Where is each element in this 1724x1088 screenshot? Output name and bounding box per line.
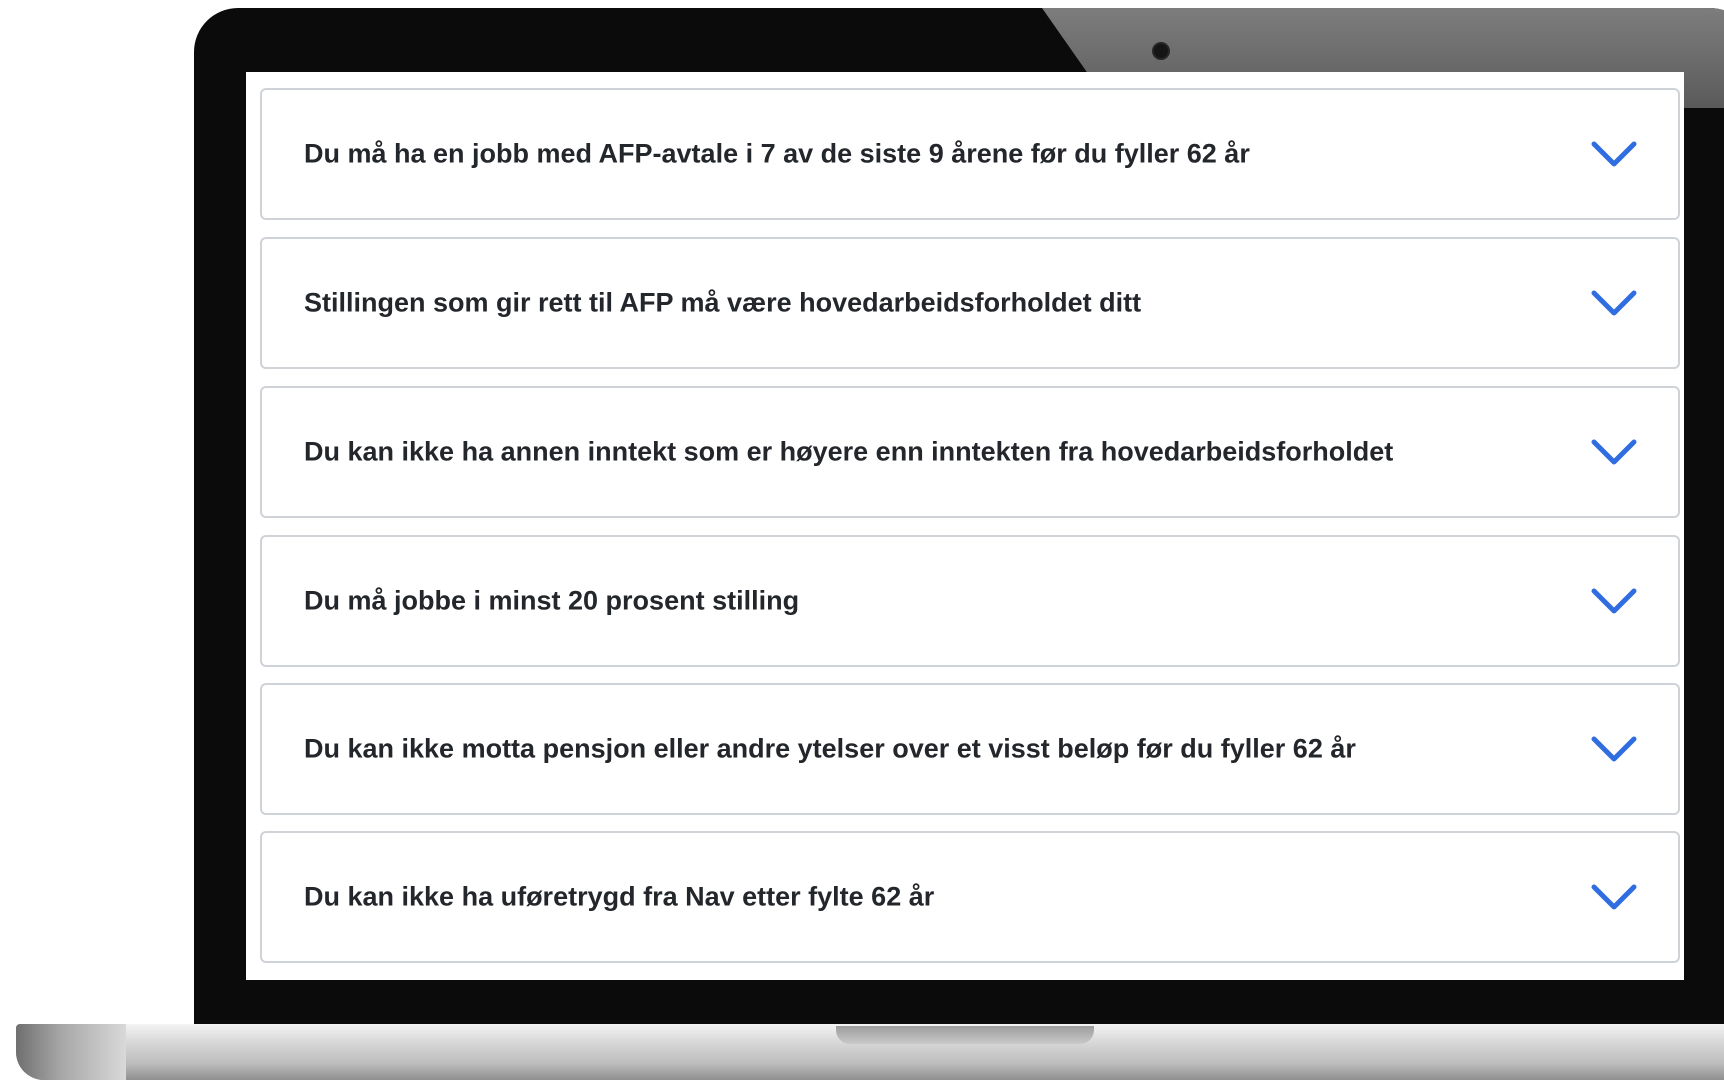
accordion-item-title: Du må ha en jobb med AFP-avtale i 7 av d… — [304, 138, 1250, 169]
camera — [1152, 42, 1170, 60]
accordion-item-title: Du kan ikke motta pensjon eller andre yt… — [304, 733, 1356, 764]
chevron-down-icon[interactable] — [1590, 882, 1638, 912]
chevron-down-icon[interactable] — [1590, 139, 1638, 169]
accordion-item-title: Du må jobbe i minst 20 prosent stilling — [304, 585, 800, 616]
accordion-item[interactable]: Du kan ikke motta pensjon eller andre yt… — [260, 683, 1680, 815]
accordion-item[interactable]: Du må jobbe i minst 20 prosent stilling — [260, 535, 1680, 667]
accordion-item-title: Stillingen som gir rett til AFP må være … — [304, 287, 1142, 318]
chevron-down-icon[interactable] — [1590, 437, 1638, 467]
laptop-notch — [836, 1026, 1094, 1044]
laptop-base-edge — [16, 1024, 126, 1080]
accordion-item-title: Du kan ikke ha annen inntekt som er høye… — [304, 436, 1394, 467]
accordion-item-title: Du kan ikke ha uføretrygd fra Nav etter … — [304, 881, 935, 912]
accordion-item[interactable]: Du må ha en jobb med AFP-avtale i 7 av d… — [260, 88, 1680, 220]
chevron-down-icon[interactable] — [1590, 734, 1638, 764]
chevron-down-icon[interactable] — [1590, 586, 1638, 616]
accordion-item[interactable]: Stillingen som gir rett til AFP må være … — [260, 237, 1680, 369]
chevron-down-icon[interactable] — [1590, 288, 1638, 318]
accordion-item[interactable]: Du kan ikke ha annen inntekt som er høye… — [260, 386, 1680, 518]
accordion-item[interactable]: Du kan ikke ha uføretrygd fra Nav etter … — [260, 831, 1680, 963]
